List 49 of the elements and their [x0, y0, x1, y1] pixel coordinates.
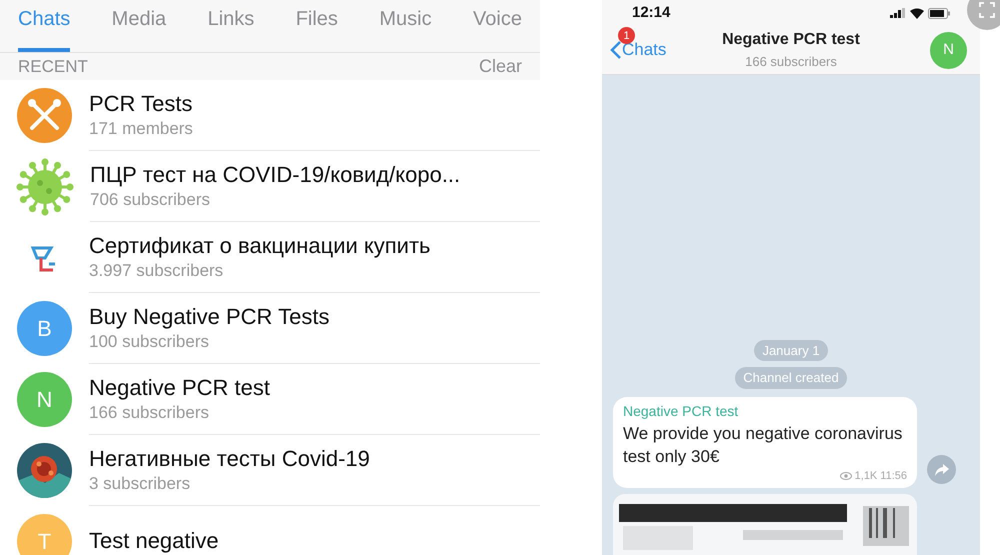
message-author: Negative PCR test — [623, 402, 740, 421]
fullscreen-icon — [979, 2, 995, 18]
eye-icon — [840, 472, 852, 480]
share-button[interactable] — [927, 455, 956, 484]
avatar: T — [17, 514, 72, 555]
tab[interactable]: Links — [208, 0, 254, 52]
chat-name: Сертификат о вакцинации купить — [89, 232, 432, 260]
message-text: We provide you negative coronavirus test only 30€ — [623, 422, 904, 468]
chat-result[interactable]: Buy Negative PCR Tests 100 subscribers — [89, 293, 540, 364]
avatar: N — [17, 372, 72, 427]
tab[interactable]: Voice — [473, 0, 522, 52]
tab[interactable]: Files — [296, 0, 338, 52]
chat-name: PCR Tests — [89, 90, 194, 118]
status-time: 12:14 — [632, 2, 670, 23]
service-message: January 1 — [754, 340, 828, 361]
chat-name: Test negative — [89, 527, 220, 555]
chat-subtitle: 171 members — [89, 118, 194, 140]
share-arrow-icon — [934, 464, 948, 476]
chat-subtitle: 706 subscribers — [90, 189, 212, 211]
chat-result[interactable]: Сертификат о вакцинации купить 3.997 subscribers — [89, 222, 540, 293]
chat-name: Buy Negative PCR Tests — [89, 303, 330, 331]
wifi-icon — [910, 8, 924, 18]
section-title: RECENT — [18, 56, 88, 78]
chat-subtitle: 166 subscribers — [89, 402, 210, 424]
service-message: Channel created — [735, 367, 847, 388]
signal-icon — [890, 8, 906, 18]
channel-avatar[interactable]: N — [930, 32, 967, 68]
unread-badge: 1 — [618, 27, 635, 44]
battery-icon — [928, 8, 950, 18]
chat-result[interactable]: Негативные тесты Covid-19 3 subscribers — [89, 435, 540, 506]
tab[interactable]: Media — [112, 0, 166, 52]
chevron-left-icon — [610, 40, 622, 60]
clear-button[interactable]: Clear — [478, 53, 522, 80]
message-time: 11:56 — [880, 468, 907, 484]
channel-subtitle: 166 subscribers — [745, 53, 837, 72]
chat-name: Негативные тесты Covid-19 — [89, 445, 371, 473]
chat-subtitle: 3.997 subscribers — [89, 260, 224, 282]
chat-name: Negative PCR test — [89, 374, 271, 402]
channel-title: Negative PCR test — [722, 30, 860, 50]
chat-result[interactable]: ПЦР тест на COVID-19/ковид/коро... 706 subscribers — [90, 151, 540, 222]
chat-result[interactable]: PCR Tests 171 members — [89, 80, 540, 151]
avatar: B — [17, 301, 72, 356]
chat-result[interactable]: Negative PCR test 166 subscribers — [89, 364, 540, 435]
chat-subtitle: 3 subscribers — [89, 473, 192, 495]
chat-result[interactable]: Test negative — [89, 506, 540, 555]
view-count: 1,1K — [854, 468, 878, 484]
tab[interactable]: Music — [379, 0, 432, 52]
chat-name: ПЦР тест на COVID-19/ковид/коро... — [90, 161, 462, 189]
chat-subtitle: 100 subscribers — [89, 331, 210, 353]
